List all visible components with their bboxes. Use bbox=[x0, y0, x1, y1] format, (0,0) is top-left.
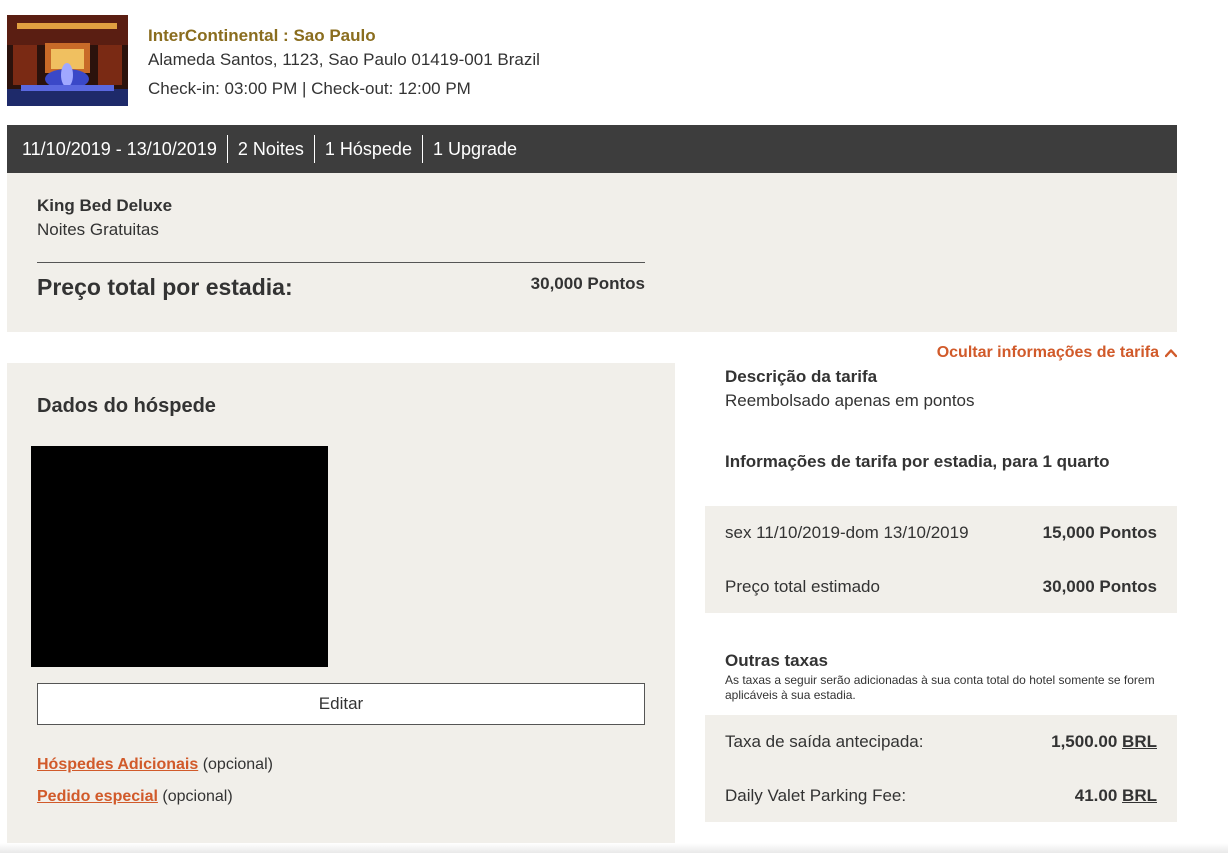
additional-guests-link[interactable]: Hóspedes Adicionais bbox=[37, 756, 198, 773]
fee-row-label: Taxa de saída antecipada: bbox=[725, 732, 924, 751]
fee-amount: 1,500.00 bbox=[1051, 732, 1118, 751]
fee-row-value: 1,500.00 BRL bbox=[1051, 732, 1157, 752]
fee-row-label: Daily Valet Parking Fee: bbox=[725, 786, 907, 805]
special-request-line: Pedido especial (opcional) bbox=[37, 788, 233, 806]
fee-row: Daily Valet Parking Fee: 41.00 BRL bbox=[725, 786, 1157, 806]
redacted-guest-info bbox=[31, 446, 328, 667]
guest-details-title: Dados do hóspede bbox=[37, 395, 216, 417]
stay-upgrade: 1 Upgrade bbox=[421, 135, 527, 163]
fees-panel: Taxa de saída antecipada: 1,500.00 BRL D… bbox=[705, 715, 1177, 822]
edit-button[interactable]: Editar bbox=[37, 683, 645, 725]
rate-row-value: 15,000 Pontos bbox=[1042, 523, 1157, 542]
rate-row-value: 30,000 Pontos bbox=[1042, 577, 1157, 596]
room-summary: King Bed Deluxe Noites Gratuitas Preço t… bbox=[7, 173, 1177, 332]
bottom-edge bbox=[0, 843, 1228, 853]
rate-row-label: Preço total estimado bbox=[725, 577, 880, 596]
special-request-link[interactable]: Pedido especial bbox=[37, 788, 158, 805]
rate-row: sex 11/10/2019-dom 13/10/2019 15,000 Pon… bbox=[725, 523, 1157, 543]
fee-row: Taxa de saída antecipada: 1,500.00 BRL bbox=[725, 732, 1157, 752]
rate-breakdown-panel: sex 11/10/2019-dom 13/10/2019 15,000 Pon… bbox=[705, 506, 1177, 613]
stay-guests: 1 Hóspede bbox=[313, 135, 422, 163]
hide-rate-info-toggle[interactable]: Ocultar informações de tarifa bbox=[937, 344, 1177, 362]
currency-link[interactable]: BRL bbox=[1122, 732, 1157, 751]
rate-row-label: sex 11/10/2019-dom 13/10/2019 bbox=[725, 523, 969, 542]
rate-description-title: Descrição da tarifa bbox=[725, 367, 878, 386]
hotel-address: Alameda Santos, 1123, Sao Paulo 01419-00… bbox=[148, 50, 540, 69]
currency-link[interactable]: BRL bbox=[1122, 786, 1157, 805]
room-rate-type: Noites Gratuitas bbox=[37, 220, 159, 239]
hotel-check-times: Check-in: 03:00 PM | Check-out: 12:00 PM bbox=[148, 79, 471, 98]
optional-note: (opcional) bbox=[162, 788, 233, 805]
fee-row-value: 41.00 BRL bbox=[1075, 786, 1157, 806]
additional-guests-line: Hóspedes Adicionais (opcional) bbox=[37, 756, 273, 774]
rate-row: Preço total estimado 30,000 Pontos bbox=[725, 577, 1157, 597]
hotel-name: InterContinental : Sao Paulo bbox=[148, 26, 376, 45]
total-price-value: 30,000 Pontos bbox=[530, 274, 645, 293]
other-fees-note: As taxas a seguir serão adicionadas à su… bbox=[725, 673, 1155, 702]
stay-summary-bar: 11/10/2019 - 13/10/2019 2 Noites 1 Hóspe… bbox=[7, 125, 1177, 173]
guest-details-panel: Dados do hóspede Editar Hóspedes Adicion… bbox=[7, 363, 675, 853]
hide-rate-info-label: Ocultar informações de tarifa bbox=[936, 344, 1159, 361]
room-name: King Bed Deluxe bbox=[37, 196, 173, 215]
stay-dates: 11/10/2019 - 13/10/2019 bbox=[22, 139, 217, 159]
optional-note: (opcional) bbox=[202, 756, 273, 773]
fee-amount: 41.00 bbox=[1074, 786, 1118, 805]
divider bbox=[37, 262, 645, 263]
rate-info-title: Informações de tarifa por estadia, para … bbox=[725, 452, 1110, 471]
other-fees-title: Outras taxas bbox=[725, 651, 828, 670]
chevron-up-icon bbox=[1165, 349, 1177, 358]
stay-nights: 2 Noites bbox=[226, 135, 314, 163]
rate-description-text: Reembolsado apenas em pontos bbox=[725, 391, 975, 410]
hotel-photo bbox=[7, 15, 128, 106]
